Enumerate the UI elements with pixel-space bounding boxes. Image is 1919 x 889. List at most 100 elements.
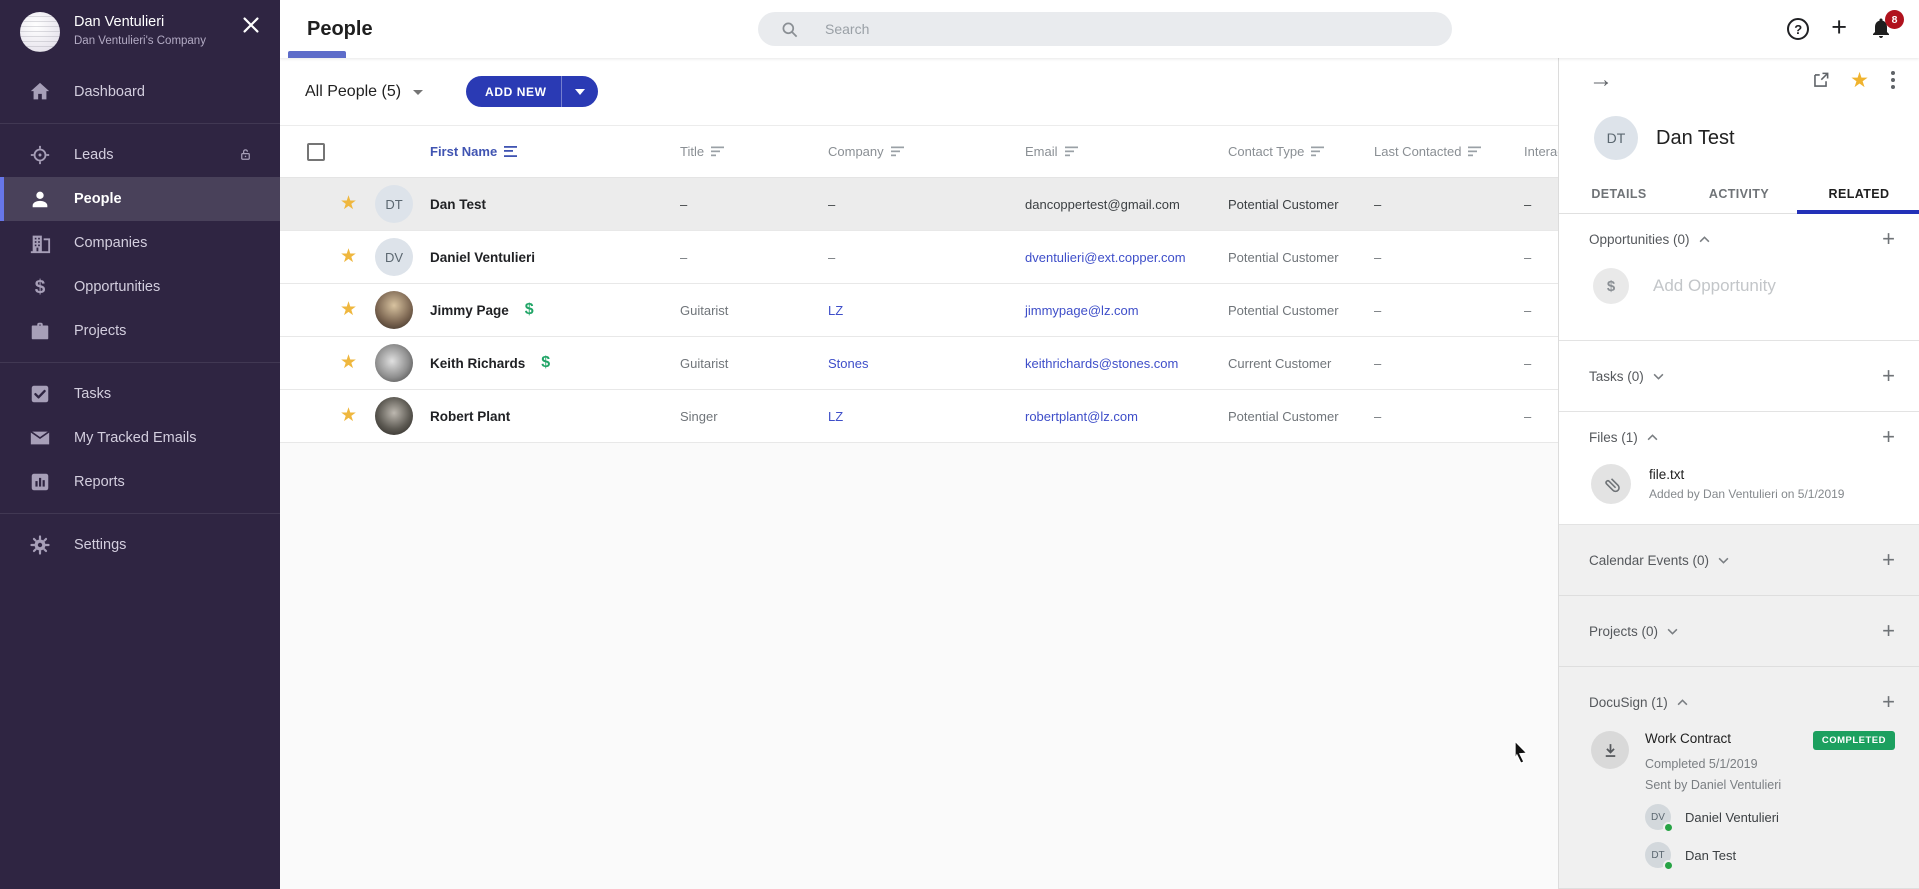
person-name[interactable]: Keith Richards: [430, 356, 525, 371]
email-cell[interactable]: dventulieri@ext.copper.com: [1025, 250, 1228, 265]
open-in-new-icon[interactable]: [1811, 71, 1830, 90]
person-name[interactable]: Dan Test: [430, 197, 486, 212]
table-row[interactable]: ★ DV Daniel Ventulieri – – dventulieri@e…: [280, 231, 1558, 284]
favorite-star-icon[interactable]: ★: [340, 246, 357, 267]
email-cell[interactable]: jimmypage@lz.com: [1025, 303, 1228, 318]
email-cell[interactable]: dancoppertest@gmail.com: [1025, 197, 1228, 212]
company-cell[interactable]: LZ: [828, 303, 1025, 318]
user-company: Dan Ventulieri's Company: [74, 35, 206, 47]
add-docusign-plus-icon[interactable]: +: [1882, 691, 1895, 713]
lock-icon: [238, 147, 254, 163]
add-opportunity-plus-icon[interactable]: +: [1882, 228, 1895, 250]
table-row[interactable]: ★ Jimmy Page$ Guitarist LZ jimmypage@lz.…: [280, 284, 1558, 337]
chevron-down-icon[interactable]: [1667, 628, 1678, 635]
favorite-star-icon[interactable]: ★: [340, 405, 357, 426]
docusign-item[interactable]: Work Contract COMPLETED Completed 5/1/20…: [1591, 731, 1895, 868]
contact-type-cell: Current Customer: [1228, 356, 1374, 371]
document-name[interactable]: Work Contract: [1645, 731, 1731, 746]
sidebar-item-projects[interactable]: Projects: [0, 309, 280, 353]
contact-type-cell: Potential Customer: [1228, 303, 1374, 318]
sidebar-item-tracked-emails[interactable]: My Tracked Emails: [0, 416, 280, 460]
sidebar-nav: Dashboard Leads People Companies $ Oppor…: [0, 66, 280, 567]
add-project-plus-icon[interactable]: +: [1882, 620, 1895, 642]
global-add-icon[interactable]: +: [1831, 14, 1847, 41]
chevron-down-icon: [413, 90, 423, 95]
person-name[interactable]: Daniel Ventulieri: [430, 250, 535, 265]
leads-target-icon: [28, 143, 52, 167]
company-cell[interactable]: LZ: [828, 409, 1025, 424]
chevron-up-icon[interactable]: [1677, 699, 1688, 706]
file-meta: Added by Dan Ventulieri on 5/1/2019: [1649, 487, 1844, 501]
add-file-plus-icon[interactable]: +: [1882, 426, 1895, 448]
column-header-last-contacted[interactable]: Last Contacted: [1374, 144, 1524, 159]
topbar: People ? + 8: [280, 0, 1919, 58]
person-name[interactable]: Jimmy Page: [430, 303, 509, 318]
section-label[interactable]: Calendar Events (0): [1589, 553, 1709, 568]
sidebar-item-people[interactable]: People: [0, 177, 280, 221]
dollar-icon: $: [28, 275, 52, 299]
add-new-button[interactable]: ADD NEW: [466, 76, 598, 107]
sort-icon: [1311, 146, 1325, 157]
sidebar-item-settings[interactable]: Settings: [0, 523, 280, 567]
sidebar-item-tasks[interactable]: Tasks: [0, 372, 280, 416]
sidebar-divider: [0, 123, 280, 124]
column-header-first-name[interactable]: First Name: [430, 144, 680, 159]
column-header-contact-type[interactable]: Contact Type: [1228, 144, 1374, 159]
company-cell[interactable]: Stones: [828, 356, 1025, 371]
sidebar-item-opportunities[interactable]: $ Opportunities: [0, 265, 280, 309]
column-header-title[interactable]: Title: [680, 144, 828, 159]
table-row[interactable]: ★ Robert Plant Singer LZ robertplant@lz.…: [280, 390, 1558, 443]
section-label[interactable]: DocuSign (1): [1589, 695, 1668, 710]
tab-activity[interactable]: ACTIVITY: [1679, 174, 1799, 213]
help-icon[interactable]: ?: [1787, 18, 1809, 40]
page-tab-indicator: [288, 51, 346, 58]
list-filter-dropdown[interactable]: All People (5): [305, 83, 423, 101]
table-row[interactable]: ★ DT Dan Test – – dancoppertest@gmail.co…: [280, 178, 1558, 231]
section-label[interactable]: Files (1): [1589, 430, 1638, 445]
download-icon[interactable]: [1591, 731, 1629, 769]
document-sent-by: Sent by Daniel Ventulieri: [1645, 778, 1895, 792]
user-block[interactable]: Dan Ventulieri Dan Ventulieri's Company: [0, 0, 280, 66]
chevron-up-icon[interactable]: [1647, 434, 1658, 441]
file-name[interactable]: file.txt: [1649, 467, 1844, 482]
sidebar-item-dashboard[interactable]: Dashboard: [0, 70, 280, 114]
section-label[interactable]: Tasks (0): [1589, 369, 1644, 384]
chevron-down-icon[interactable]: [1653, 373, 1664, 380]
file-item[interactable]: file.txt Added by Dan Ventulieri on 5/1/…: [1591, 464, 1895, 504]
main-content: All People (5) ADD NEW First Nam: [280, 58, 1558, 889]
add-new-dropdown-caret[interactable]: [562, 89, 598, 95]
sidebar-item-companies[interactable]: Companies: [0, 221, 280, 265]
person-name[interactable]: Robert Plant: [430, 409, 510, 424]
add-calendar-event-plus-icon[interactable]: +: [1882, 549, 1895, 571]
tab-related[interactable]: RELATED: [1799, 174, 1919, 213]
column-header-interactions[interactable]: Interac: [1524, 144, 1558, 159]
favorite-star-icon[interactable]: ★: [1850, 70, 1869, 91]
notifications-bell-icon[interactable]: 8: [1869, 16, 1895, 42]
select-all-checkbox[interactable]: [307, 143, 325, 161]
column-header-email[interactable]: Email: [1025, 144, 1228, 159]
bar-chart-icon: [28, 470, 52, 494]
chevron-up-icon[interactable]: [1699, 236, 1710, 243]
collapse-panel-icon[interactable]: →: [1589, 68, 1613, 92]
email-cell[interactable]: robertplant@lz.com: [1025, 409, 1228, 424]
favorite-star-icon[interactable]: ★: [340, 193, 357, 214]
more-options-icon[interactable]: [1889, 69, 1897, 91]
section-label[interactable]: Opportunities (0): [1589, 232, 1690, 247]
close-sidebar-icon[interactable]: [240, 14, 262, 36]
email-cell[interactable]: keithrichards@stones.com: [1025, 356, 1228, 371]
section-label[interactable]: Projects (0): [1589, 624, 1658, 639]
company-cell: –: [828, 197, 1025, 212]
chevron-down-icon[interactable]: [1718, 557, 1729, 564]
favorite-star-icon[interactable]: ★: [340, 299, 357, 320]
tab-details[interactable]: DETAILS: [1559, 174, 1679, 213]
search-bar[interactable]: [758, 12, 1452, 46]
column-header-company[interactable]: Company: [828, 144, 1025, 159]
opportunity-dollar-icon: $: [541, 354, 550, 372]
add-opportunity-input[interactable]: $ Add Opportunity: [1593, 268, 1895, 304]
sidebar-item-leads[interactable]: Leads: [0, 133, 280, 177]
table-row[interactable]: ★ Keith Richards$ Guitarist Stones keith…: [280, 337, 1558, 390]
sidebar-item-reports[interactable]: Reports: [0, 460, 280, 504]
favorite-star-icon[interactable]: ★: [340, 352, 357, 373]
add-task-plus-icon[interactable]: +: [1882, 365, 1895, 387]
search-input[interactable]: [825, 21, 1385, 37]
